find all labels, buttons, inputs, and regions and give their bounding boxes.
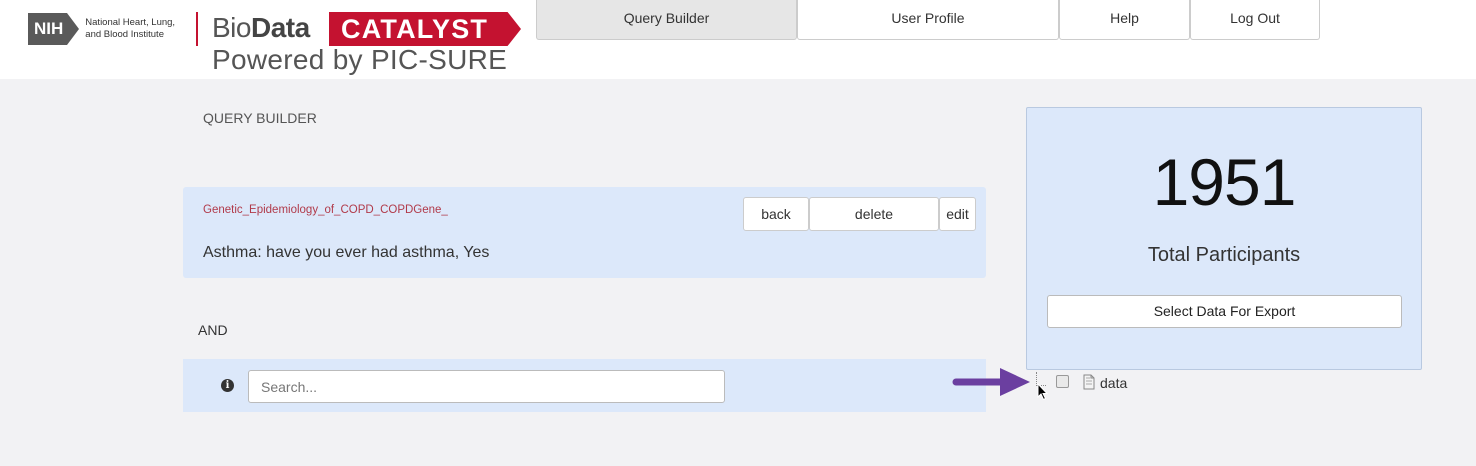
brand-catalyst: CATALYST [329, 12, 521, 46]
brand-data: Data [250, 12, 310, 43]
file-icon [1083, 374, 1095, 390]
brand-biodata: BioData [212, 12, 310, 44]
tab-help[interactable]: Help [1059, 0, 1190, 40]
brand-bio: Bio [212, 12, 251, 43]
page-title: QUERY BUILDER [203, 110, 317, 126]
participant-count-label: Total Participants [1147, 244, 1301, 266]
edit-button[interactable]: edit [939, 197, 976, 231]
filter-description: Asthma: have you ever had asthma, Yes [203, 244, 490, 261]
search-input[interactable] [248, 370, 725, 403]
tab-query-builder[interactable]: Query Builder [536, 0, 797, 40]
nih-logo: NIH National Heart, Lung, and Blood Inst… [28, 13, 185, 45]
search-panel: i [183, 359, 986, 412]
app-header: NIH National Heart, Lung, and Blood Inst… [0, 0, 1476, 79]
right-arrow-icon [952, 368, 1030, 396]
nih-institute-name: National Heart, Lung, and Blood Institut… [85, 17, 176, 40]
mouse-cursor-icon [1037, 383, 1049, 401]
operator-label: AND [198, 322, 228, 338]
tree-node-label[interactable]: data [1100, 375, 1127, 391]
select-data-export-button[interactable]: Select Data For Export [1047, 295, 1402, 328]
participant-count: 1951 [1152, 145, 1297, 219]
tab-user-profile[interactable]: User Profile [797, 0, 1059, 40]
back-button[interactable]: back [743, 197, 809, 231]
nih-badge: NIH [28, 13, 80, 45]
powered-by-label: Powered by PIC-SURE [212, 44, 508, 75]
info-circle-icon[interactable]: i [221, 379, 234, 392]
results-panel: 1951 Total Participants Select Data For … [1026, 107, 1422, 370]
delete-button[interactable]: delete [809, 197, 939, 231]
tree-node-checkbox[interactable] [1056, 375, 1069, 388]
logo-divider [196, 12, 198, 46]
tab-log-out[interactable]: Log Out [1190, 0, 1320, 40]
filter-panel: Genetic_Epidemiology_of_COPD_COPDGene_ A… [183, 187, 986, 278]
filter-study-name: Genetic_Epidemiology_of_COPD_COPDGene_ [203, 204, 448, 216]
